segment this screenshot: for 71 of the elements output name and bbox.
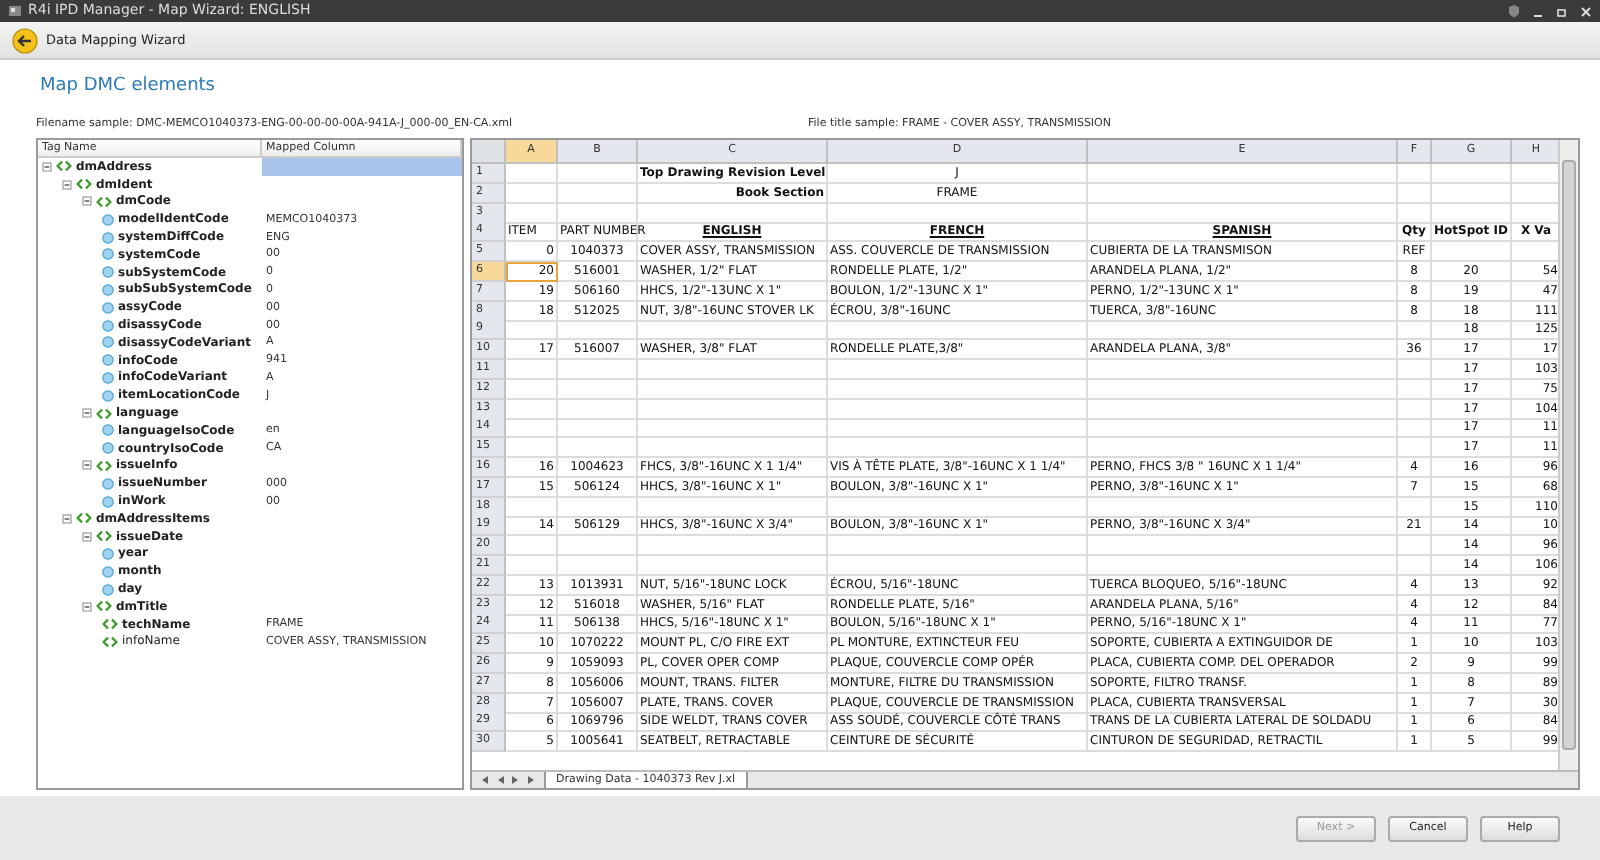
shield-icon [1508,4,1520,18]
empty-cell [558,320,638,341]
circle-icon [102,213,114,226]
empty-cell [1398,320,1432,341]
empty-cell [558,164,638,184]
collapse-icon[interactable] [82,531,92,542]
empty-cell [1432,242,1512,263]
empty-cell [558,183,638,204]
angle-brackets-icon [76,512,92,525]
circle-icon [102,583,114,596]
circle-icon [102,319,114,332]
circle-icon [102,283,114,296]
circle-icon [102,354,114,367]
empty-cell [1398,438,1432,459]
collapse-icon[interactable] [82,196,92,207]
empty-cell [1398,418,1432,439]
close-icon[interactable] [1580,5,1592,17]
circle-icon [102,565,114,578]
circle-icon [102,231,114,244]
circle-icon [102,389,114,402]
circle-icon [102,442,114,455]
empty-cell [558,555,638,576]
collapse-icon[interactable] [62,513,72,524]
empty-cell [1398,497,1432,518]
empty-cell [1432,164,1512,184]
circle-icon [102,336,114,349]
sheet-navigation-icon[interactable] [478,774,538,786]
circle-icon [102,495,114,508]
circle-icon [102,371,114,384]
collapse-icon[interactable] [42,161,52,172]
angle-brackets-icon [96,407,112,420]
circle-icon [102,301,114,314]
restore-icon[interactable] [1556,5,1568,17]
page-heading: Map DMC elements [40,76,217,96]
angle-brackets-icon [102,618,118,631]
empty-cell [558,203,638,224]
back-arrow-icon[interactable] [12,27,38,53]
empty-cell [1398,183,1432,204]
empty-cell [558,536,638,557]
circle-icon [102,424,114,437]
empty-cell [1398,164,1432,184]
angle-brackets-icon [96,195,112,208]
empty-cell [1398,203,1432,224]
collapse-icon[interactable] [62,179,72,190]
angle-brackets-icon [102,635,118,648]
circle-icon [102,266,114,279]
app-icon [8,4,22,18]
circle-icon [102,477,114,490]
empty-cell [1398,399,1432,420]
angle-brackets-icon [76,178,92,191]
empty-cell [1398,379,1432,400]
empty-cell [1398,555,1432,576]
empty-cell [558,438,638,459]
empty-cell [558,418,638,439]
empty-cell [558,359,638,380]
angle-brackets-icon [56,160,72,173]
angle-brackets-icon [96,600,112,613]
collapse-icon[interactable] [82,601,92,612]
collapse-icon[interactable] [82,408,92,419]
angle-brackets-icon [96,459,112,472]
empty-cell [1432,183,1512,204]
scrollbar[interactable] [1558,140,1578,770]
empty-cell [558,497,638,518]
empty-cell [1398,359,1432,380]
angle-brackets-icon [96,530,112,543]
empty-cell [558,399,638,420]
empty-cell [558,379,638,400]
circle-icon [102,547,114,560]
empty-cell [1398,536,1432,557]
circle-icon [102,248,114,261]
collapse-icon[interactable] [82,460,92,471]
